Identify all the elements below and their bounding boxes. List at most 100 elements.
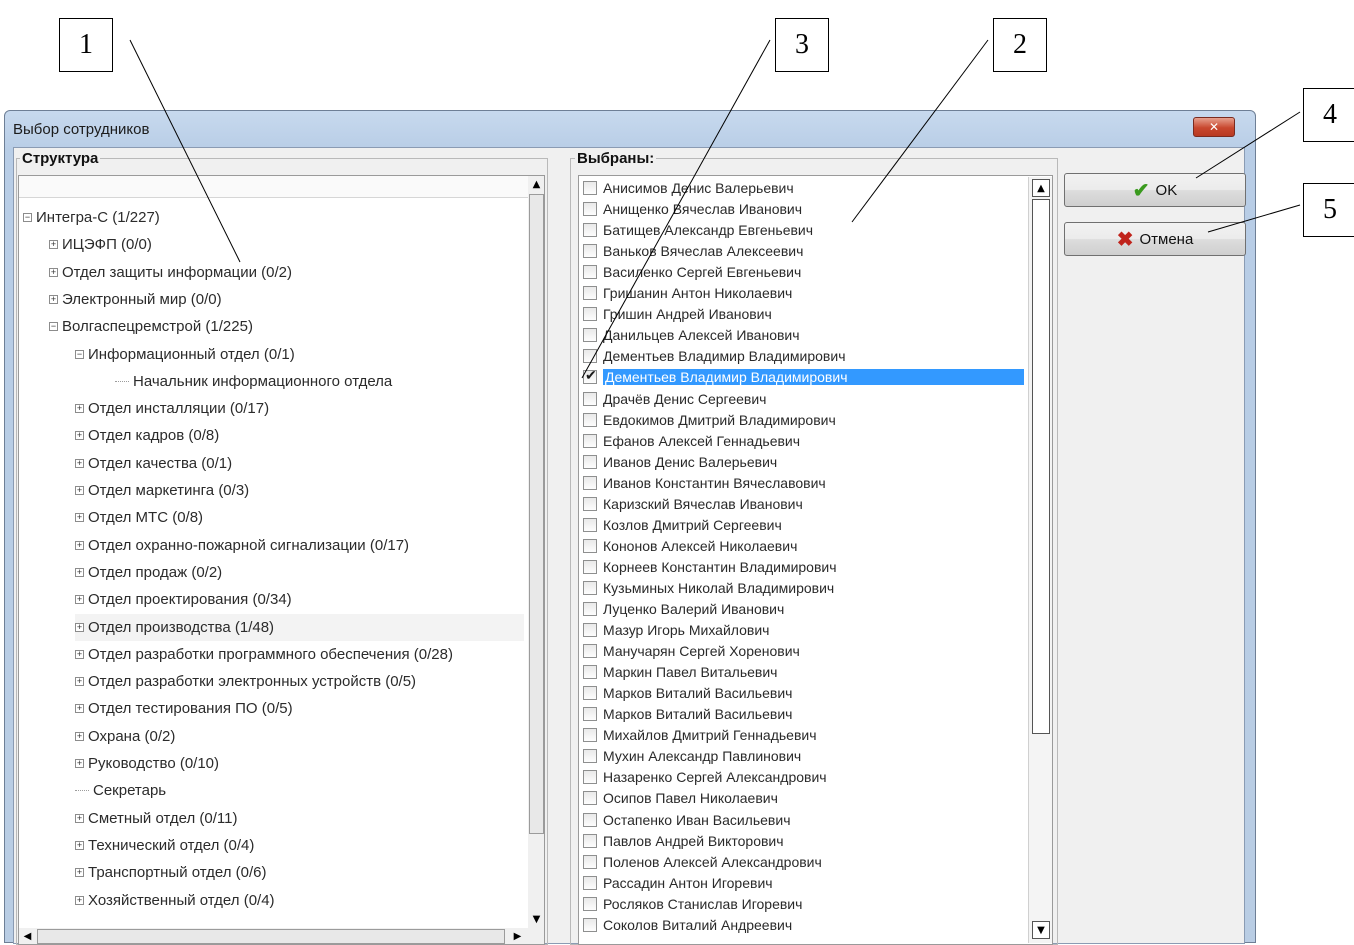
list-item[interactable]: Мухин Александр Павлинович <box>579 746 1024 766</box>
list-item[interactable]: Данильцев Алексей Иванович <box>579 325 1024 345</box>
expand-plus-icon[interactable]: + <box>75 567 84 577</box>
list-item[interactable]: Павлов Андрей Викторович <box>579 831 1024 851</box>
employee-checkbox[interactable] <box>583 728 597 743</box>
list-item[interactable]: Рассадин Антон Игоревич <box>579 873 1024 893</box>
scroll-up-arrow-icon[interactable]: ▲ <box>528 176 544 193</box>
employee-checkbox[interactable] <box>583 854 597 869</box>
expand-plus-icon[interactable]: + <box>75 868 84 878</box>
tree-item[interactable]: + Электронный мир (0/0) <box>49 286 222 313</box>
employee-checkbox[interactable] <box>583 707 597 722</box>
employee-checkbox[interactable] <box>583 475 597 490</box>
expand-plus-icon[interactable]: + <box>49 240 58 250</box>
employee-checkbox[interactable] <box>583 433 597 448</box>
list-item[interactable]: Соколов Виталий Андреевич <box>579 915 1024 935</box>
employee-checkbox[interactable] <box>583 665 597 680</box>
list-scroll-thumb[interactable] <box>1032 199 1050 734</box>
tree-item[interactable]: + Руководство (0/10) <box>75 750 219 777</box>
tree-item[interactable]: Начальник информационного отдела <box>115 368 392 395</box>
employee-checkbox[interactable] <box>583 181 597 195</box>
list-item[interactable]: Батищев Александр Евгеньевич <box>579 220 1024 240</box>
list-item[interactable]: Козлов Дмитрий Сергеевич <box>579 515 1024 535</box>
expand-plus-icon[interactable]: + <box>75 622 84 632</box>
list-item[interactable]: Дементьев Владимир Владимирович <box>579 346 1024 366</box>
employee-checkbox[interactable] <box>583 454 597 469</box>
tree-horizontal-scrollbar[interactable]: ◀ ▶ <box>19 928 544 944</box>
collapse-minus-icon[interactable]: − <box>49 322 58 332</box>
list-item[interactable]: Ваньков Вячеслав Алексеевич <box>579 241 1024 261</box>
tree-item[interactable]: + Отдел маркетинга (0/3) <box>75 477 249 504</box>
expand-plus-icon[interactable]: + <box>75 513 84 523</box>
list-item[interactable]: ✔ Дементьев Владимир Владимирович <box>579 367 1024 387</box>
expand-plus-icon[interactable]: + <box>75 759 84 768</box>
list-item[interactable]: Кононов Алексей Николаевич <box>579 536 1024 556</box>
expand-plus-icon[interactable]: + <box>75 895 84 905</box>
list-item[interactable]: Василенко Сергей Евгеньевич <box>579 262 1024 282</box>
expand-plus-icon[interactable]: + <box>49 294 58 304</box>
tree-item[interactable]: + Отдел проектирования (0/34) <box>75 586 292 613</box>
tree-item[interactable]: + Отдел разработки программного обеспечен… <box>75 641 453 668</box>
tree-item[interactable]: + Отдел продаж (0/2) <box>75 559 222 586</box>
list-item[interactable]: Мазур Игорь Михайлович <box>579 620 1024 640</box>
list-item[interactable]: Михайлов Дмитрий Геннадьевич <box>579 725 1024 745</box>
employee-checkbox[interactable] <box>583 917 597 932</box>
tree-item[interactable]: + Отдел инсталляции (0/17) <box>75 395 269 422</box>
tree-item[interactable]: + Охрана (0/2) <box>75 723 175 750</box>
employee-checkbox[interactable] <box>583 602 597 616</box>
expand-plus-icon[interactable]: + <box>75 813 84 823</box>
list-scroll-up-arrow-icon[interactable]: ▲ <box>1032 179 1050 197</box>
employee-checkbox[interactable] <box>583 644 597 659</box>
expand-plus-icon[interactable]: + <box>75 704 84 714</box>
employee-checkbox[interactable] <box>583 875 597 890</box>
tree-item[interactable]: + Отдел разработки электронных устройств … <box>75 668 416 695</box>
employee-checkbox[interactable] <box>583 223 597 238</box>
collapse-minus-icon[interactable]: − <box>23 213 32 222</box>
employee-checkbox[interactable] <box>583 833 597 848</box>
tree-item[interactable]: + ИЦЭФП (0/0) <box>49 231 152 258</box>
employee-checkbox[interactable]: ✔ <box>583 367 597 385</box>
list-item[interactable]: Осипов Павел Николаевич <box>579 788 1024 808</box>
employee-checkbox[interactable] <box>583 412 597 427</box>
tree-vertical-scrollbar[interactable]: ▲ ▼ <box>528 176 544 928</box>
list-item[interactable]: Поленов Алексей Александрович <box>579 852 1024 872</box>
expand-plus-icon[interactable]: + <box>49 267 58 277</box>
expand-plus-icon[interactable]: + <box>75 731 84 741</box>
list-item[interactable]: Анисимов Денис Валерьевич <box>579 178 1024 198</box>
tree-item[interactable]: + Отдел МТС (0/8) <box>75 504 203 531</box>
employee-checkbox[interactable] <box>583 538 597 553</box>
expand-plus-icon[interactable]: + <box>75 840 84 850</box>
ok-button[interactable]: ✔ OK <box>1064 173 1246 207</box>
list-item[interactable]: Маркин Павел Витальевич <box>579 662 1024 682</box>
list-item[interactable]: Евдокимов Дмитрий Владимирович <box>579 410 1024 430</box>
expand-plus-icon[interactable]: + <box>75 404 84 414</box>
expand-plus-icon[interactable]: + <box>75 486 84 495</box>
tree-item[interactable]: + Отдел тестирования ПО (0/5) <box>75 695 293 722</box>
list-item[interactable]: Марков Виталий Васильевич <box>579 683 1024 703</box>
employee-checkbox[interactable] <box>583 496 597 511</box>
employee-checkbox[interactable] <box>583 686 597 701</box>
tree-item[interactable]: + Отдел охранно-пожарной сигнализации (0/… <box>75 532 409 559</box>
selected-employees-list[interactable]: Анисимов Денис Валерьевич Анищенко Вячесл… <box>578 175 1053 945</box>
employee-checkbox[interactable] <box>583 517 597 532</box>
tree-hscroll-thumb[interactable] <box>37 929 505 944</box>
employee-checkbox[interactable] <box>583 244 597 259</box>
list-item[interactable]: Кузьминых Николай Владимирович <box>579 578 1024 598</box>
employee-checkbox[interactable] <box>583 812 597 827</box>
list-item[interactable]: Луценко Валерий Иванович <box>579 599 1024 619</box>
expand-plus-icon[interactable]: + <box>75 540 84 550</box>
list-item[interactable]: Гришин Андрей Иванович <box>579 304 1024 324</box>
scroll-down-arrow-icon[interactable]: ▼ <box>528 911 544 928</box>
tree-item[interactable]: + Отдел производства (1/48) <box>75 613 524 641</box>
list-item[interactable]: Иванов Денис Валерьевич <box>579 452 1024 472</box>
employee-checkbox[interactable] <box>583 349 597 364</box>
tree-item[interactable]: + Сметный отдел (0/11) <box>75 805 237 832</box>
employee-checkbox[interactable] <box>583 202 597 217</box>
expand-plus-icon[interactable]: + <box>75 458 84 468</box>
list-item[interactable]: Назаренко Сергей Александрович <box>579 767 1024 787</box>
list-item[interactable]: Драчёв Денис Сергеевич <box>579 389 1024 409</box>
scroll-right-arrow-icon[interactable]: ▶ <box>509 928 526 944</box>
list-item[interactable]: Остапенко Иван Васильевич <box>579 810 1024 830</box>
list-item[interactable]: Гришанин Антон Николаевич <box>579 283 1024 303</box>
list-item[interactable]: Росляков Станислав Игоревич <box>579 894 1024 914</box>
tree-item[interactable]: − Информационный отдел (0/1) <box>75 341 295 368</box>
list-scroll-down-arrow-icon[interactable]: ▼ <box>1032 921 1050 939</box>
